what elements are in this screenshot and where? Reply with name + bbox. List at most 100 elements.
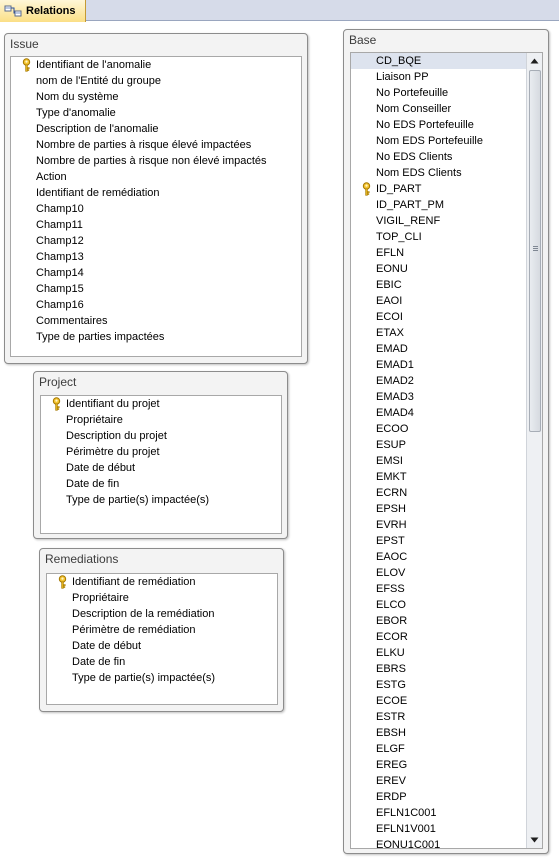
field-item[interactable]: Nom du système — [11, 89, 301, 105]
field-item[interactable]: EONU — [351, 261, 526, 277]
field-item[interactable]: Nom Conseiller — [351, 101, 526, 117]
field-item[interactable]: Champ10 — [11, 201, 301, 217]
field-list[interactable]: Identifiant de l'anomalie nom de l'Entité… — [10, 56, 302, 357]
field-item[interactable]: EFLN1V001 — [351, 821, 526, 837]
field-item[interactable]: CD_BQE — [351, 53, 526, 69]
field-item[interactable]: Champ12 — [11, 233, 301, 249]
field-item[interactable]: ESTG — [351, 677, 526, 693]
field-item[interactable]: Commentaires — [11, 313, 301, 329]
field-item[interactable]: Type d'anomalie — [11, 105, 301, 121]
field-item[interactable]: nom de l'Entité du groupe — [11, 73, 301, 89]
field-item[interactable]: Action — [11, 169, 301, 185]
field-item[interactable]: ESTR — [351, 709, 526, 725]
tab-relations[interactable]: Relations — [0, 0, 86, 22]
field-item[interactable]: Identifiant de l'anomalie — [11, 57, 301, 73]
field-item[interactable]: ETAX — [351, 325, 526, 341]
field-item[interactable]: ELOV — [351, 565, 526, 581]
field-item[interactable]: Propriétaire — [47, 590, 277, 606]
field-item[interactable]: EMAD1 — [351, 357, 526, 373]
field-item[interactable]: ID_PART — [351, 181, 526, 197]
field-item[interactable]: EVRH — [351, 517, 526, 533]
table-title[interactable]: Remediations — [45, 552, 118, 566]
scroll-up-arrow-icon[interactable] — [527, 53, 542, 69]
field-item[interactable]: Type de partie(s) impactée(s) — [41, 492, 281, 508]
field-item[interactable]: Champ11 — [11, 217, 301, 233]
field-item[interactable]: ECOR — [351, 629, 526, 645]
field-item[interactable]: Identifiant de remédiation — [11, 185, 301, 201]
field-list[interactable]: CD_BQE Liaison PP No Portefeuille Nom Conse… — [350, 52, 543, 849]
vertical-scrollbar[interactable] — [526, 53, 542, 848]
field-list[interactable]: Identifiant du projet Propriétaire Descrip… — [40, 395, 282, 534]
field-item[interactable]: Champ15 — [11, 281, 301, 297]
field-item[interactable]: ECOE — [351, 693, 526, 709]
field-item[interactable]: Description de l'anomalie — [11, 121, 301, 137]
field-item[interactable]: Identifiant du projet — [41, 396, 281, 412]
field-item[interactable]: EFLN — [351, 245, 526, 261]
field-item[interactable]: ELCO — [351, 597, 526, 613]
field-item[interactable]: TOP_CLI — [351, 229, 526, 245]
field-item[interactable]: EFSS — [351, 581, 526, 597]
field-item[interactable]: Périmètre du projet — [41, 444, 281, 460]
field-item[interactable]: Propriétaire — [41, 412, 281, 428]
field-item[interactable]: Nombre de parties à risque non élevé imp… — [11, 153, 301, 169]
field-item[interactable]: EAOC — [351, 549, 526, 565]
field-item[interactable]: EPST — [351, 533, 526, 549]
field-item[interactable]: EMKT — [351, 469, 526, 485]
field-item[interactable]: EBRS — [351, 661, 526, 677]
field-item[interactable]: Date de fin — [47, 654, 277, 670]
field-item[interactable]: EBSH — [351, 725, 526, 741]
field-item[interactable]: ID_PART_PM — [351, 197, 526, 213]
field-item[interactable]: Nom EDS Portefeuille — [351, 133, 526, 149]
field-item[interactable]: No EDS Portefeuille — [351, 117, 526, 133]
field-item[interactable]: ELGF — [351, 741, 526, 757]
table-title[interactable]: Issue — [10, 37, 39, 51]
field-item[interactable]: Description de la remédiation — [47, 606, 277, 622]
field-item[interactable]: Description du projet — [41, 428, 281, 444]
field-item[interactable]: Champ14 — [11, 265, 301, 281]
field-item[interactable]: Nombre de parties à risque élevé impacté… — [11, 137, 301, 153]
table-title[interactable]: Base — [349, 33, 376, 47]
field-item[interactable]: Champ13 — [11, 249, 301, 265]
field-item[interactable]: EFLN1C001 — [351, 805, 526, 821]
field-item[interactable]: EMAD3 — [351, 389, 526, 405]
field-item[interactable]: EONU1C001 — [351, 837, 526, 848]
scrollbar-thumb[interactable] — [529, 70, 541, 432]
field-item[interactable]: EAOI — [351, 293, 526, 309]
field-item[interactable]: EREG — [351, 757, 526, 773]
field-item[interactable]: Date de début — [47, 638, 277, 654]
field-item[interactable]: Date de début — [41, 460, 281, 476]
field-item[interactable]: EMAD4 — [351, 405, 526, 421]
field-item[interactable]: EREV — [351, 773, 526, 789]
table-project[interactable]: Project Identifiant du projet Propriétair… — [33, 371, 288, 539]
field-item[interactable]: EBOR — [351, 613, 526, 629]
field-item[interactable]: ESUP — [351, 437, 526, 453]
field-item[interactable]: EPSH — [351, 501, 526, 517]
field-item[interactable]: Type de partie(s) impactée(s) — [47, 670, 277, 686]
field-item[interactable]: EMSI — [351, 453, 526, 469]
field-item[interactable]: Type de parties impactées — [11, 329, 301, 345]
field-item[interactable]: ERDP — [351, 789, 526, 805]
field-item[interactable]: ELKU — [351, 645, 526, 661]
table-issue[interactable]: Issue Identifiant de l'anomalie nom de l'… — [4, 33, 308, 364]
field-item[interactable]: Identifiant de remédiation — [47, 574, 277, 590]
field-item[interactable]: EBIC — [351, 277, 526, 293]
field-item[interactable]: Champ16 — [11, 297, 301, 313]
scroll-down-arrow-icon[interactable] — [527, 832, 542, 848]
field-item[interactable]: Périmètre de remédiation — [47, 622, 277, 638]
field-item[interactable]: Nom EDS Clients — [351, 165, 526, 181]
table-title[interactable]: Project — [39, 375, 76, 389]
field-item[interactable]: ECOI — [351, 309, 526, 325]
field-item[interactable]: ECOO — [351, 421, 526, 437]
table-remediations[interactable]: Remediations Identifiant de remédiation P… — [39, 548, 284, 712]
field-item[interactable]: Date de fin — [41, 476, 281, 492]
field-item[interactable]: VIGIL_RENF — [351, 213, 526, 229]
field-item[interactable]: No EDS Clients — [351, 149, 526, 165]
field-item[interactable]: Liaison PP — [351, 69, 526, 85]
field-item[interactable]: No Portefeuille — [351, 85, 526, 101]
field-item[interactable]: ECRN — [351, 485, 526, 501]
table-base[interactable]: Base CD_BQE Liaison PP No Portefeuille Nom … — [343, 29, 549, 854]
key-icon — [362, 182, 371, 196]
field-list[interactable]: Identifiant de remédiation Propriétaire De… — [46, 573, 278, 705]
field-item[interactable]: EMAD — [351, 341, 526, 357]
field-item[interactable]: EMAD2 — [351, 373, 526, 389]
